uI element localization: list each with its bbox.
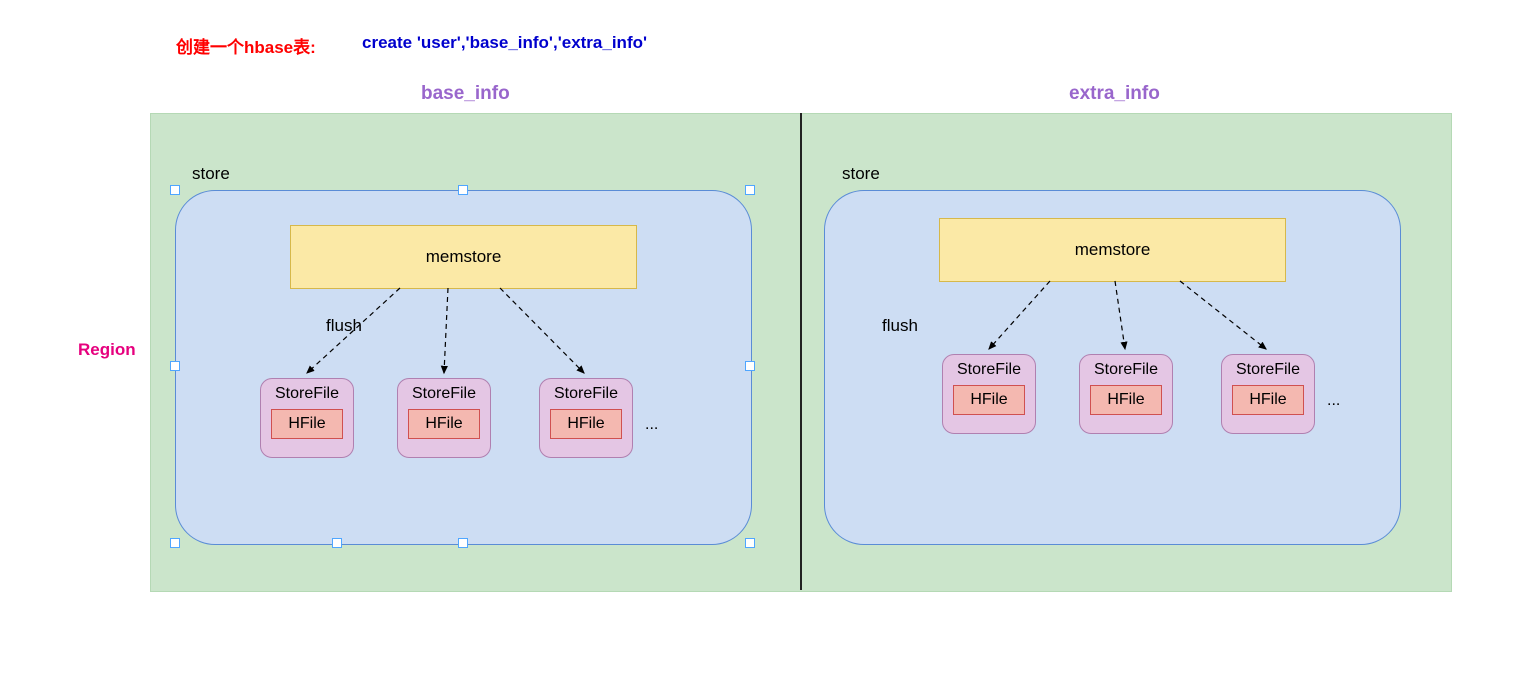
colhead-base-info: base_info — [421, 83, 510, 105]
sel-handle[interactable] — [745, 538, 755, 548]
memstore-label-2: memstore — [1075, 240, 1151, 260]
sel-handle[interactable] — [170, 185, 180, 195]
store-label-2: store — [842, 164, 880, 184]
storefile-box: StoreFile HFile — [942, 354, 1036, 434]
title-command: create 'user','base_info','extra_info' — [362, 33, 647, 53]
region-label: Region — [78, 340, 136, 360]
memstore-box-1: memstore — [290, 225, 637, 289]
flush-label-1: flush — [326, 316, 362, 336]
hfile-box: HFile — [1232, 385, 1304, 415]
storefile-title: StoreFile — [1236, 361, 1300, 379]
storefile-box: StoreFile HFile — [397, 378, 491, 458]
storefile-title: StoreFile — [554, 385, 618, 403]
sel-handle[interactable] — [745, 361, 755, 371]
storefile-title: StoreFile — [957, 361, 1021, 379]
hfile-box: HFile — [271, 409, 343, 439]
sel-handle[interactable] — [170, 538, 180, 548]
storefile-box: StoreFile HFile — [260, 378, 354, 458]
region-divider — [800, 113, 802, 590]
store-label-1: store — [192, 164, 230, 184]
storefile-box: StoreFile HFile — [1221, 354, 1315, 434]
diagram-canvas: 创建一个hbase表: create 'user','base_info','e… — [0, 0, 1540, 687]
storefile-box: StoreFile HFile — [539, 378, 633, 458]
sel-handle[interactable] — [458, 538, 468, 548]
storefile-title: StoreFile — [412, 385, 476, 403]
storefile-title: StoreFile — [1094, 361, 1158, 379]
sel-handle[interactable] — [170, 361, 180, 371]
ellipsis-1: ... — [645, 416, 658, 434]
hfile-box: HFile — [953, 385, 1025, 415]
ellipsis-2: ... — [1327, 392, 1340, 410]
storefile-title: StoreFile — [275, 385, 339, 403]
colhead-extra-info: extra_info — [1069, 83, 1160, 105]
storefile-box: StoreFile HFile — [1079, 354, 1173, 434]
memstore-label-1: memstore — [426, 247, 502, 267]
hfile-box: HFile — [1090, 385, 1162, 415]
memstore-box-2: memstore — [939, 218, 1286, 282]
hfile-box: HFile — [408, 409, 480, 439]
title-prefix: 创建一个hbase表: — [176, 33, 316, 58]
hfile-box: HFile — [550, 409, 622, 439]
sel-handle[interactable] — [458, 185, 468, 195]
flush-label-2: flush — [882, 316, 918, 336]
sel-handle[interactable] — [332, 538, 342, 548]
sel-handle[interactable] — [745, 185, 755, 195]
